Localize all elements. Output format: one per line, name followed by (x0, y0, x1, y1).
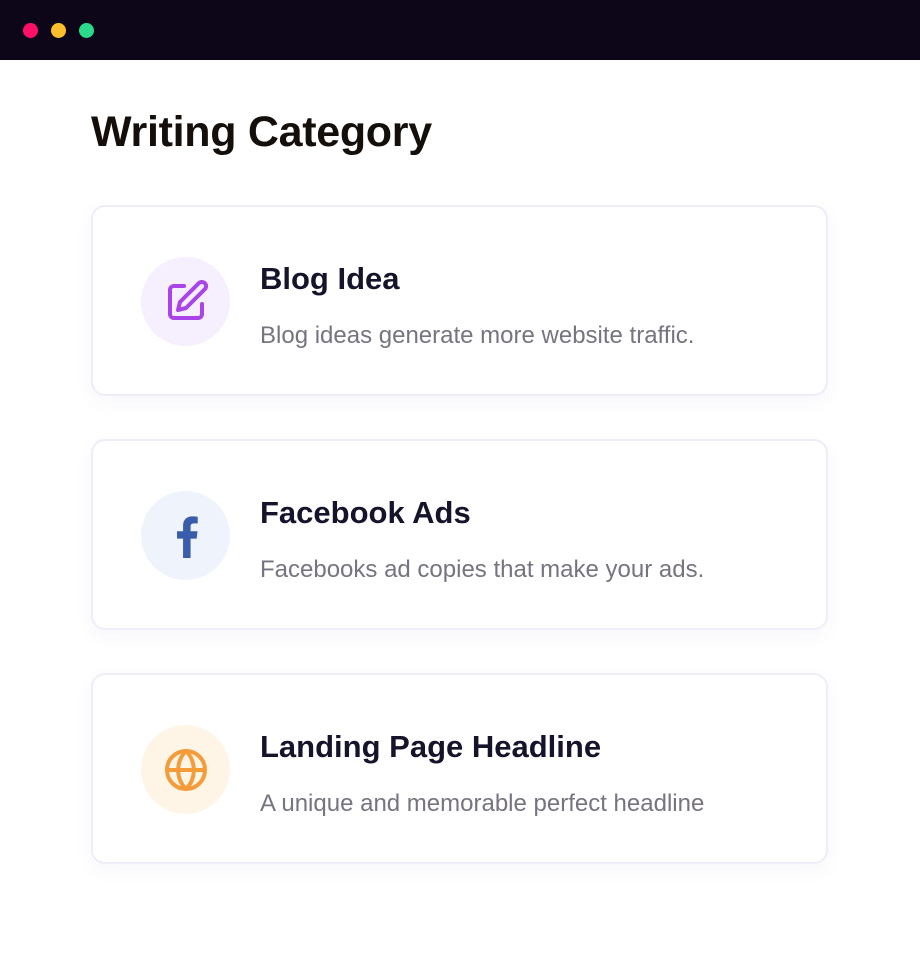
globe-icon (164, 748, 207, 791)
facebook-ads-icon-badge (141, 491, 230, 580)
edit-icon (167, 279, 208, 320)
card-description: A unique and memorable perfect headline (260, 790, 705, 817)
card-title: Landing Page Headline (260, 729, 602, 764)
card-title: Facebook Ads (260, 495, 471, 530)
card-description: Facebooks ad copies that make your ads. (260, 556, 705, 583)
window-close-button[interactable] (23, 23, 38, 38)
facebook-icon (176, 515, 198, 558)
card-description: Blog ideas generate more website traffic… (260, 322, 695, 349)
window-maximize-button[interactable] (79, 23, 94, 38)
blog-idea-icon-badge (141, 257, 230, 346)
category-card-blog-idea[interactable]: Blog Idea Blog ideas generate more websi… (91, 205, 828, 396)
card-title: Blog Idea (260, 261, 400, 296)
landing-page-headline-icon-badge (141, 725, 230, 814)
page-title: Writing Category (91, 108, 432, 156)
category-card-landing-page-headline[interactable]: Landing Page Headline A unique and memor… (91, 673, 828, 864)
window-minimize-button[interactable] (51, 23, 66, 38)
category-card-facebook-ads[interactable]: Facebook Ads Facebooks ad copies that ma… (91, 439, 828, 630)
window-titlebar (0, 0, 920, 60)
